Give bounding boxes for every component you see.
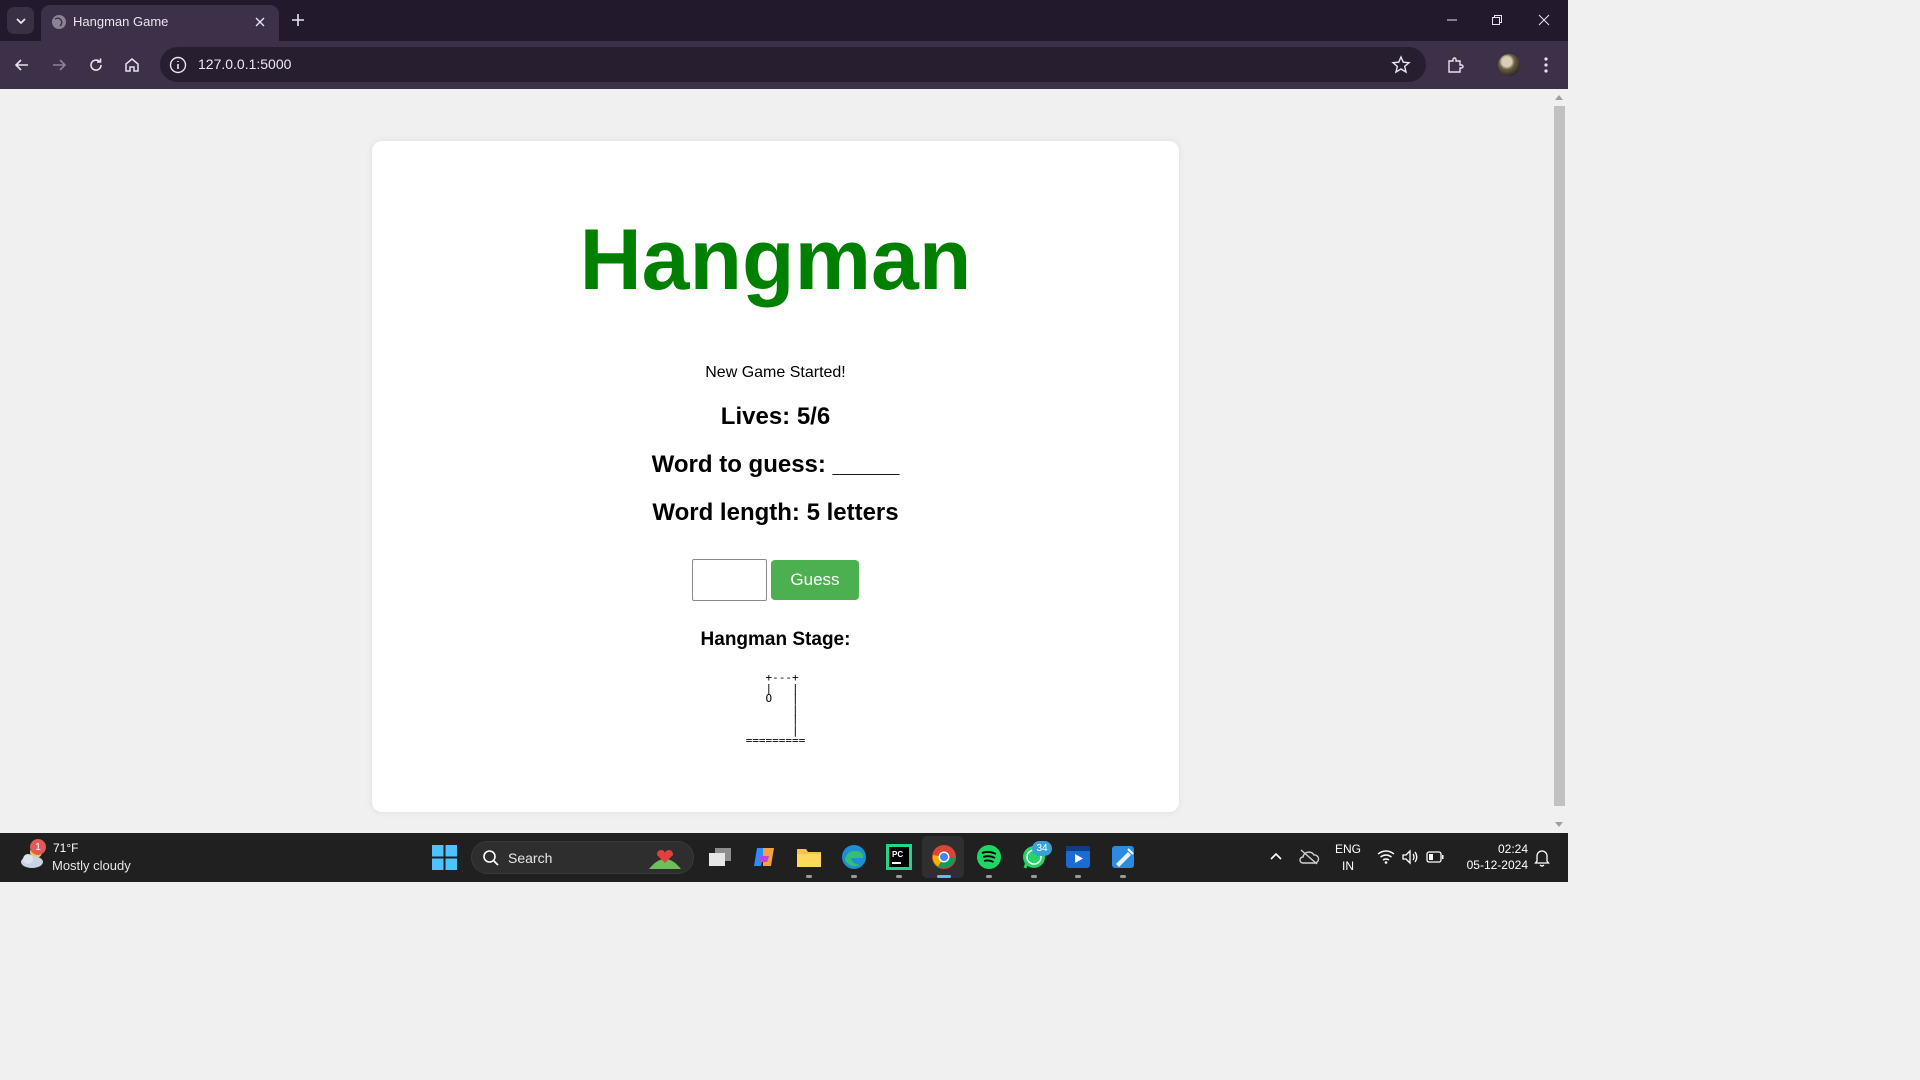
globe-icon [52, 15, 66, 29]
task-view-button[interactable] [706, 843, 734, 871]
info-icon[interactable] [168, 55, 188, 75]
notifications-button[interactable] [1528, 844, 1556, 872]
weather-badge: 1 [30, 839, 46, 855]
pycharm-icon: PC [886, 844, 912, 870]
scroll-down-arrow[interactable] [1555, 822, 1563, 827]
browser-tab-bar: Hangman Game [0, 0, 1568, 41]
weather-temp: 71°F [53, 841, 79, 855]
bell-icon [1534, 850, 1550, 867]
search-label: Search [508, 850, 553, 866]
language-line2[interactable]: IN [1330, 859, 1366, 873]
more-vertical-icon [1544, 57, 1548, 73]
status-message: New Game Started! [705, 364, 846, 381]
restore-icon [1492, 15, 1502, 25]
volume-icon [1402, 849, 1418, 865]
spotify-icon [977, 845, 1001, 869]
running-indicator [806, 875, 812, 878]
pycharm-button[interactable]: PC [885, 843, 913, 871]
battery-icon [1426, 851, 1444, 863]
tab-close-button[interactable] [251, 13, 269, 31]
browser-toolbar: 127.0.0.1:5000 [0, 41, 1568, 89]
chevron-down-icon [15, 17, 26, 24]
windows-taskbar: 1 71°F Mostly cloudy Search PC 34 ENG IN… [0, 833, 1568, 882]
guess-input[interactable] [692, 559, 767, 601]
weather-desc: Mostly cloudy [52, 858, 131, 873]
home-icon [125, 58, 139, 72]
windows-start-icon[interactable] [432, 845, 457, 870]
task-view-icon [709, 848, 731, 866]
chrome-icon [932, 845, 956, 869]
tab-hangman-game[interactable]: Hangman Game [41, 5, 279, 41]
running-indicator [1075, 875, 1081, 878]
word-to-guess: Word to guess: _____ [651, 451, 900, 478]
svg-text:PC: PC [892, 850, 903, 859]
media-player-icon [1066, 846, 1090, 868]
minimize-button[interactable] [1429, 6, 1475, 34]
paint-icon [1112, 846, 1134, 868]
guess-button[interactable]: Guess [771, 560, 859, 600]
tab-title: Hangman Game [73, 14, 169, 29]
running-indicator [896, 875, 902, 878]
new-tab-button[interactable] [287, 9, 309, 31]
address-url[interactable]: 127.0.0.1:5000 [198, 56, 291, 72]
plus-icon [292, 14, 304, 26]
running-indicator [1120, 875, 1126, 878]
active-indicator [937, 875, 951, 878]
reload-icon [90, 58, 102, 71]
arrow-right-icon [53, 59, 67, 71]
file-explorer-button[interactable] [795, 843, 823, 871]
close-icon [1538, 14, 1550, 26]
game-card: Hangman New Game Started! Lives: 5/6 Wor… [372, 141, 1179, 812]
clock-time[interactable]: 02:24 [1456, 842, 1528, 856]
search-icon [483, 850, 499, 866]
page-title: Hangman [579, 212, 972, 308]
close-icon [255, 17, 265, 27]
word-length: Word length: 5 letters [652, 499, 899, 526]
reload-button[interactable] [82, 51, 110, 79]
hangman-stage-art: +---+ | | O | | | | ========= [745, 671, 806, 747]
spotify-button[interactable] [975, 843, 1003, 871]
restore-button[interactable] [1474, 6, 1520, 34]
page-viewport: Hangman New Game Started! Lives: 5/6 Wor… [0, 89, 1551, 833]
forward-button[interactable] [45, 51, 73, 79]
home-button[interactable] [118, 51, 146, 79]
puzzle-icon [1448, 57, 1464, 73]
lives-counter: Lives: 5/6 [720, 403, 831, 430]
minimize-icon [1447, 19, 1457, 21]
scroll-thumb[interactable] [1554, 106, 1565, 806]
menu-button[interactable] [1532, 51, 1560, 79]
star-icon[interactable] [1390, 54, 1412, 76]
show-hidden-icons-button[interactable] [1262, 843, 1290, 871]
language-line1[interactable]: ENG [1330, 842, 1366, 856]
clock-date[interactable]: 05-12-2024 [1456, 858, 1528, 872]
search-highlight-icon [649, 850, 681, 869]
chrome-button[interactable] [930, 843, 958, 871]
media-player-button[interactable] [1064, 843, 1092, 871]
close-window-button[interactable] [1521, 6, 1567, 34]
tab-search-button[interactable] [7, 7, 34, 34]
profile-avatar[interactable] [1498, 54, 1520, 76]
address-bar[interactable]: 127.0.0.1:5000 [160, 47, 1426, 82]
running-indicator [1031, 875, 1037, 878]
copilot-icon [754, 848, 774, 866]
onedrive-button[interactable] [1295, 843, 1323, 871]
running-indicator [986, 875, 992, 878]
cloud-offline-icon [1299, 849, 1320, 865]
copilot-button[interactable] [750, 843, 778, 871]
back-button[interactable] [8, 51, 36, 79]
chevron-up-icon [1270, 852, 1282, 860]
hangman-stage-label: Hangman Stage: [700, 629, 851, 650]
wifi-icon [1377, 850, 1395, 864]
running-indicator [851, 875, 857, 878]
edge-button[interactable] [840, 843, 868, 871]
whatsapp-badge: 34 [1032, 841, 1052, 856]
edge-icon [842, 845, 866, 869]
paint-button[interactable] [1109, 843, 1137, 871]
folder-icon [797, 849, 821, 867]
taskbar-search[interactable]: Search [471, 841, 694, 874]
scroll-up-arrow[interactable] [1555, 95, 1563, 100]
extensions-button[interactable] [1441, 51, 1469, 79]
page-scrollbar[interactable] [1551, 89, 1568, 833]
arrow-left-icon [14, 59, 28, 71]
